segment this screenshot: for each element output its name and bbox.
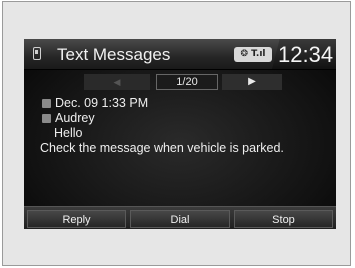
title-bar: Text Messages ❂ T.ıl 12:34 — [24, 39, 336, 70]
parked-notice: Check the message when vehicle is parked… — [40, 141, 284, 155]
contact-icon — [42, 114, 51, 123]
display-screen: Text Messages ❂ T.ıl 12:34 ◀ 1/20 ▶ Dec.… — [24, 39, 336, 229]
message-counter: 1/20 — [156, 74, 218, 90]
clock-icon — [42, 99, 51, 108]
bluetooth-signal-status: ❂ T.ıl — [234, 47, 272, 62]
stop-button[interactable]: Stop — [234, 210, 333, 228]
clock: 12:34 — [278, 42, 334, 67]
phone-icon — [33, 47, 41, 60]
action-bar: Reply Dial Stop — [24, 206, 336, 229]
reply-button[interactable]: Reply — [27, 210, 126, 228]
previous-message-button[interactable]: ◀ — [84, 74, 150, 90]
message-details: Dec. 09 1:33 PM Audrey Hello Check the m… — [40, 96, 284, 156]
next-message-button[interactable]: ▶ — [222, 74, 282, 90]
dial-button[interactable]: Dial — [130, 210, 230, 228]
message-sender: Audrey — [55, 111, 95, 125]
message-body: Hello — [54, 126, 83, 140]
page-title: Text Messages — [57, 45, 171, 64]
message-pager: ◀ 1/20 ▶ — [84, 74, 284, 90]
message-date: Dec. 09 1:33 PM — [55, 96, 149, 110]
